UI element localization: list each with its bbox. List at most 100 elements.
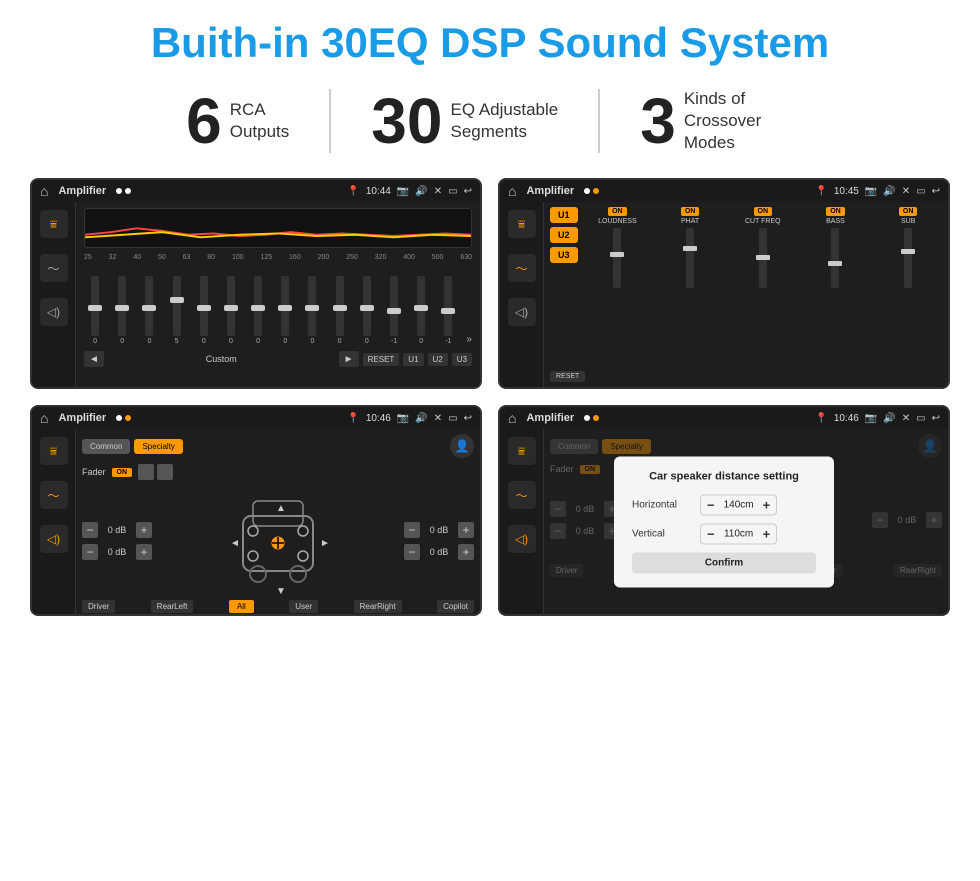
confirm-btn[interactable]: Confirm [632, 552, 816, 573]
eq-slider-8[interactable]: 0 [301, 276, 323, 345]
screen-eq: ⌂ Amplifier 📍 10:44 📷 🔊 ✕ ▭ ↩ [30, 178, 482, 389]
bass-on-btn[interactable]: ON [826, 207, 845, 216]
eq-slider-5[interactable]: 0 [220, 276, 242, 345]
dialog-row-horizontal: Horizontal − 140cm + [632, 494, 816, 515]
rearleft-btn[interactable]: RearLeft [151, 600, 194, 613]
svg-text:▲: ▲ [276, 503, 286, 514]
main-title: Buith-in 30EQ DSP Sound System [30, 20, 950, 66]
reset-btn-2[interactable]: RESET [550, 371, 585, 382]
horizontal-minus[interactable]: − [707, 497, 715, 512]
bass-label: BASS [826, 218, 845, 225]
db-minus-1[interactable]: − [82, 522, 98, 538]
eq-slider-2[interactable]: 0 [138, 276, 160, 345]
eq-slider-1[interactable]: 0 [111, 276, 133, 345]
eq-slider-11[interactable]: -1 [383, 276, 405, 345]
sidebar-speaker-btn-2[interactable]: ◁) [508, 298, 536, 326]
back-icon-4[interactable]: ↩ [932, 413, 940, 424]
person-icon-btn[interactable]: 👤 [450, 434, 474, 458]
cross-main: − 0 dB + − 0 dB + [82, 486, 474, 596]
stats-row: 6 RCAOutputs 30 EQ AdjustableSegments 3 … [30, 88, 950, 154]
horizontal-label: Horizontal [632, 499, 692, 510]
loudness-on-btn[interactable]: ON [608, 207, 627, 216]
back-icon-3[interactable]: ↩ [464, 413, 472, 424]
eq-slider-3[interactable]: 5 [166, 276, 188, 345]
db-minus-4[interactable]: − [404, 544, 420, 560]
fader-slider-1[interactable] [138, 464, 154, 480]
db-plus-3[interactable]: + [458, 522, 474, 538]
phat-slider[interactable] [686, 228, 694, 288]
db-minus-3[interactable]: − [404, 522, 420, 538]
home-icon-2[interactable]: ⌂ [508, 183, 516, 199]
dot-6 [125, 415, 131, 421]
vertical-minus[interactable]: − [707, 526, 715, 541]
prev-preset-btn[interactable]: ◄ [84, 351, 104, 367]
db-control-1: − 0 dB + [82, 522, 152, 538]
back-icon-2[interactable]: ↩ [932, 186, 940, 197]
cutfreq-slider[interactable] [759, 228, 767, 288]
horizontal-plus[interactable]: + [763, 497, 771, 512]
sub-on-btn[interactable]: ON [899, 207, 918, 216]
db-value-4: 0 dB [424, 547, 454, 557]
screen3-title: Amplifier [58, 412, 106, 424]
rearright-btn[interactable]: RearRight [354, 600, 402, 613]
next-preset-btn[interactable]: ► [339, 351, 359, 367]
user-btn[interactable]: User [289, 600, 318, 613]
home-icon-4[interactable]: ⌂ [508, 410, 516, 426]
eq-slider-12[interactable]: 0 [410, 276, 432, 345]
sidebar-wave-btn-4[interactable]: 〜 [508, 481, 536, 509]
vertical-plus[interactable]: + [763, 526, 771, 541]
status-dots-1 [116, 188, 131, 194]
db-plus-4[interactable]: + [458, 544, 474, 560]
sidebar-eq-btn-3[interactable]: ⩸ [40, 437, 68, 465]
eq-slider-10[interactable]: 0 [356, 276, 378, 345]
cutfreq-on-btn[interactable]: ON [754, 207, 773, 216]
driver-btn[interactable]: Driver [82, 600, 115, 613]
db-plus-2[interactable]: + [136, 544, 152, 560]
sub-slider[interactable] [904, 228, 912, 288]
eq-slider-7[interactable]: 0 [274, 276, 296, 345]
db-minus-2[interactable]: − [82, 544, 98, 560]
sidebar-wave-btn-2[interactable]: 〜 [508, 254, 536, 282]
u3-btn-1[interactable]: U3 [452, 353, 472, 366]
sidebar-wave-btn[interactable]: 〜 [40, 254, 68, 282]
phat-on-btn[interactable]: ON [681, 207, 700, 216]
sidebar-eq-btn-2[interactable]: ⩸ [508, 210, 536, 238]
eq-slider-0[interactable]: 0 [84, 276, 106, 345]
u3-btn-2[interactable]: U3 [550, 247, 578, 263]
fader-on-badge[interactable]: ON [112, 468, 133, 477]
sidebar-speaker-btn[interactable]: ◁) [40, 298, 68, 326]
loudness-slider[interactable] [613, 228, 621, 288]
u2-btn-2[interactable]: U2 [550, 227, 578, 243]
home-icon-1[interactable]: ⌂ [40, 183, 48, 199]
svg-text:▼: ▼ [276, 586, 286, 596]
status-bar-4: ⌂ Amplifier 📍 10:46 📷 🔊 ✕ ▭ ↩ [500, 407, 948, 429]
eq-slider-6[interactable]: 0 [247, 276, 269, 345]
sidebar-speaker-btn-3[interactable]: ◁) [40, 525, 68, 553]
common-mode-btn[interactable]: Common [82, 439, 130, 454]
u1-btn-1[interactable]: U1 [403, 353, 423, 366]
cross-mode-btns: Common Specialty 👤 [82, 434, 474, 458]
fader-slider-2[interactable] [157, 464, 173, 480]
u1-btn-2[interactable]: U1 [550, 207, 578, 223]
db-plus-1[interactable]: + [136, 522, 152, 538]
copilot-btn[interactable]: Copilot [437, 600, 474, 613]
bass-slider[interactable] [831, 228, 839, 288]
reset-btn-1[interactable]: RESET [363, 353, 400, 366]
status-right-4: 📍 10:46 📷 🔊 ✕ ▭ ↩ [815, 413, 940, 424]
u2-btn-1[interactable]: U2 [428, 353, 448, 366]
eq-slider-4[interactable]: 0 [193, 276, 215, 345]
sidebar-eq-btn[interactable]: ⩸ [40, 210, 68, 238]
back-icon-1[interactable]: ↩ [464, 186, 472, 197]
specialty-mode-btn[interactable]: Specialty [134, 439, 182, 454]
home-icon-3[interactable]: ⌂ [40, 410, 48, 426]
eq-slider-9[interactable]: 0 [329, 276, 351, 345]
sidebar-speaker-btn-4[interactable]: ◁) [508, 525, 536, 553]
expand-arrows[interactable]: » [466, 334, 472, 345]
sidebar-wave-btn-3[interactable]: 〜 [40, 481, 68, 509]
location-icon-1: 📍 [347, 186, 359, 197]
all-btn[interactable]: All [229, 600, 254, 613]
channel-cutfreq: ON CUT FREQ [729, 207, 797, 359]
stat-eq: 30 EQ AdjustableSegments [331, 89, 600, 153]
eq-slider-13[interactable]: -1 [437, 276, 459, 345]
sidebar-eq-btn-4[interactable]: ⩸ [508, 437, 536, 465]
